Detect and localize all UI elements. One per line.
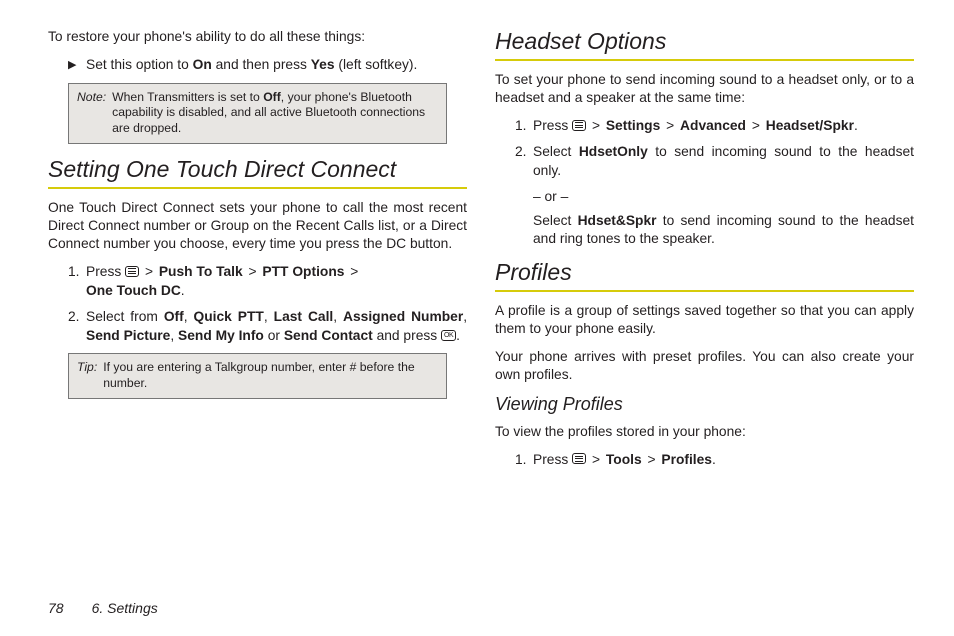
path-profiles: Profiles bbox=[661, 452, 712, 467]
chapter-title: 6. Settings bbox=[92, 600, 158, 616]
t: or bbox=[264, 328, 284, 343]
t: Press bbox=[533, 452, 572, 467]
menu-icon bbox=[572, 120, 586, 131]
path-advanced: Advanced bbox=[680, 118, 746, 133]
gt-icon: > bbox=[592, 452, 600, 467]
page-number: 78 bbox=[48, 600, 64, 616]
dc-step-2: 2. Select from Off, Quick PTT, Last Call… bbox=[68, 308, 467, 345]
opt-off: Off bbox=[164, 309, 184, 324]
step-number: 1. bbox=[68, 263, 86, 282]
on-label: On bbox=[193, 57, 212, 72]
hs-step-2-text: Select HdsetOnly to send incoming sound … bbox=[533, 143, 914, 180]
opt-send-my-info: Send My Info bbox=[178, 328, 264, 343]
step-number: 1. bbox=[515, 117, 533, 136]
step-number: 2. bbox=[515, 143, 533, 162]
t: Press bbox=[533, 118, 572, 133]
opt-hdset-only: HdsetOnly bbox=[579, 144, 648, 159]
step-number: 2. bbox=[68, 308, 86, 327]
restore-bullet-text: Set this option to On and then press Yes… bbox=[86, 56, 467, 75]
heading-direct-connect: Setting One Touch Direct Connect bbox=[48, 156, 467, 183]
path-tools: Tools bbox=[606, 452, 642, 467]
path-settings: Settings bbox=[606, 118, 660, 133]
yes-label: Yes bbox=[311, 57, 335, 72]
restore-bullet: ▶ Set this option to On and then press Y… bbox=[68, 56, 467, 75]
rule bbox=[495, 59, 914, 61]
view-profiles-para: To view the profiles stored in your phon… bbox=[495, 423, 914, 441]
tip-label: Tip: bbox=[77, 360, 97, 392]
ok-icon: OK bbox=[441, 330, 456, 341]
opt-hdset-spkr: Hdset&Spkr bbox=[578, 213, 657, 228]
direct-connect-para: One Touch Direct Connect sets your phone… bbox=[48, 199, 467, 253]
rule bbox=[48, 187, 467, 189]
hs-step-2b: Select Hdset&Spkr to send incoming sound… bbox=[533, 212, 914, 249]
dc-step-1: 1. Press > Push To Talk > PTT Options > … bbox=[68, 263, 467, 300]
gt-icon: > bbox=[350, 264, 358, 279]
rule bbox=[495, 290, 914, 292]
step-number: 1. bbox=[515, 451, 533, 470]
menu-icon bbox=[125, 266, 139, 277]
hs-step-1: 1. Press > Settings > Advanced > Headset… bbox=[515, 117, 914, 136]
heading-viewing-profiles: Viewing Profiles bbox=[495, 394, 914, 415]
path-push-to-talk: Push To Talk bbox=[159, 264, 243, 279]
left-column: To restore your phone's ability to do al… bbox=[48, 28, 467, 568]
tip-box: Tip: If you are entering a Talkgroup num… bbox=[68, 353, 447, 399]
profiles-p1: A profile is a group of settings saved t… bbox=[495, 302, 914, 338]
gt-icon: > bbox=[145, 264, 153, 279]
t: Select from bbox=[86, 309, 164, 324]
path-headset-spkr: Headset/Spkr bbox=[766, 118, 854, 133]
t: (left softkey). bbox=[335, 57, 418, 72]
gt-icon: > bbox=[647, 452, 655, 467]
dc-step-2-text: Select from Off, Quick PTT, Last Call, A… bbox=[86, 308, 467, 345]
opt-last-call: Last Call bbox=[274, 309, 334, 324]
gt-icon: > bbox=[592, 118, 600, 133]
opt-quick-ptt: Quick PTT bbox=[194, 309, 264, 324]
headset-para: To set your phone to send incoming sound… bbox=[495, 71, 914, 107]
dc-step-1-text: Press > Push To Talk > PTT Options > One… bbox=[86, 263, 467, 300]
note-box: Note: When Transmitters is set to Off, y… bbox=[68, 83, 447, 145]
heading-profiles: Profiles bbox=[495, 259, 914, 286]
restore-intro: To restore your phone's ability to do al… bbox=[48, 28, 467, 46]
arrow-icon: ▶ bbox=[68, 56, 86, 73]
menu-icon bbox=[572, 453, 586, 464]
gt-icon: > bbox=[249, 264, 257, 279]
gt-icon: > bbox=[666, 118, 674, 133]
heading-headset-options: Headset Options bbox=[495, 28, 914, 55]
content-columns: To restore your phone's ability to do al… bbox=[48, 28, 914, 568]
gt-icon: > bbox=[752, 118, 760, 133]
page-footer: 78 6. Settings bbox=[48, 600, 158, 616]
opt-assigned-number: Assigned Number bbox=[343, 309, 463, 324]
opt-send-contact: Send Contact bbox=[284, 328, 373, 343]
vp-step-1: 1. Press > Tools > Profiles. bbox=[515, 451, 914, 470]
path-ptt-options: PTT Options bbox=[262, 264, 344, 279]
tip-body: If you are entering a Talkgroup number, … bbox=[103, 360, 438, 392]
t: Press bbox=[86, 264, 125, 279]
note-body: When Transmitters is set to Off, your ph… bbox=[112, 90, 438, 138]
or-separator: – or – bbox=[533, 189, 914, 204]
opt-send-picture: Send Picture bbox=[86, 328, 170, 343]
t: and press bbox=[373, 328, 441, 343]
t: Select bbox=[533, 213, 578, 228]
note-label: Note: bbox=[77, 90, 106, 138]
path-one-touch-dc: One Touch DC bbox=[86, 283, 181, 298]
right-column: Headset Options To set your phone to sen… bbox=[495, 28, 914, 568]
t: and then press bbox=[212, 57, 311, 72]
t: Select bbox=[533, 144, 579, 159]
hs-step-1-text: Press > Settings > Advanced > Headset/Sp… bbox=[533, 117, 914, 136]
profiles-p2: Your phone arrives with preset profiles.… bbox=[495, 348, 914, 384]
vp-step-1-text: Press > Tools > Profiles. bbox=[533, 451, 914, 470]
t: Set this option to bbox=[86, 57, 193, 72]
hs-step-2: 2. Select HdsetOnly to send incoming sou… bbox=[515, 143, 914, 180]
